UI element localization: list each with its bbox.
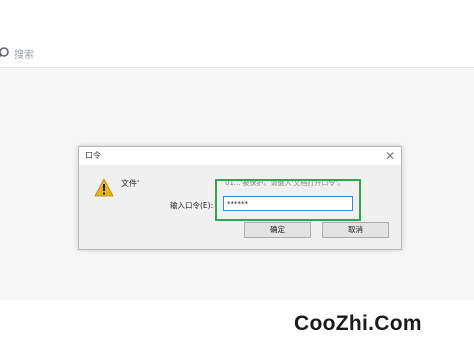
password-label: 输入口令(E):	[170, 201, 214, 210]
password-input[interactable]: ******	[223, 196, 353, 211]
close-icon[interactable]: ✕	[382, 148, 398, 164]
search-label[interactable]: 搜索	[14, 46, 34, 61]
cancel-button[interactable]: 取消	[322, 222, 389, 238]
dialog-title: 口令	[85, 151, 101, 160]
file-label: 文件'	[121, 179, 140, 188]
ok-button[interactable]: 确定	[244, 222, 311, 238]
warning-icon	[94, 178, 114, 197]
site-watermark: CooZhi.Com	[294, 312, 422, 335]
search-icon[interactable]	[0, 46, 10, 60]
top-toolbar: 搜索	[0, 40, 474, 68]
password-dialog: 口令 ✕ 文件' 01...'被保护。请键入'文档打开口令'。 输入口令(E):…	[78, 146, 402, 250]
dialog-titlebar: 口令 ✕	[79, 147, 401, 165]
protection-message: 01...'被保护。请键入'文档打开口令'。	[225, 179, 345, 187]
